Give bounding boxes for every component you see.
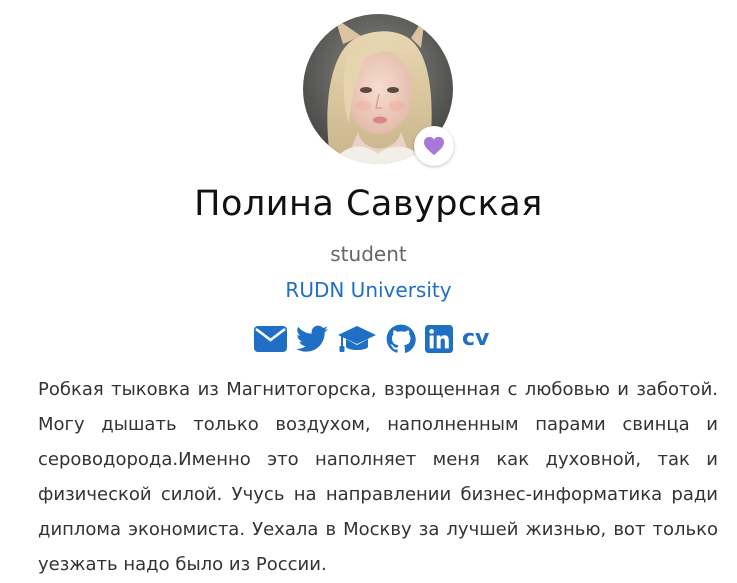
profile-name: Полина Савурская: [194, 184, 543, 224]
organization-link[interactable]: RUDN University: [0, 278, 737, 302]
cv-link[interactable]: cv: [462, 323, 489, 355]
github-icon: [386, 324, 416, 353]
email-icon: [254, 326, 287, 352]
heart-icon: [424, 136, 444, 156]
twitter-link[interactable]: [296, 325, 328, 353]
email-link[interactable]: [254, 326, 287, 352]
profile-card: Полина Савурская student RUDN University: [0, 0, 737, 583]
profile-role: student: [330, 242, 407, 266]
linkedin-link[interactable]: [425, 325, 453, 353]
bio-text: Робкая тыковка из Магнитогорска, взрощен…: [38, 379, 718, 575]
graduation-cap-icon: [338, 326, 376, 352]
scholar-link[interactable]: [337, 325, 377, 353]
github-link[interactable]: [386, 324, 416, 354]
avatar-container: [303, 14, 454, 166]
social-links: cv: [254, 323, 489, 355]
twitter-icon: [296, 325, 328, 352]
linkedin-icon: [425, 325, 453, 353]
status-badge: [414, 126, 454, 166]
